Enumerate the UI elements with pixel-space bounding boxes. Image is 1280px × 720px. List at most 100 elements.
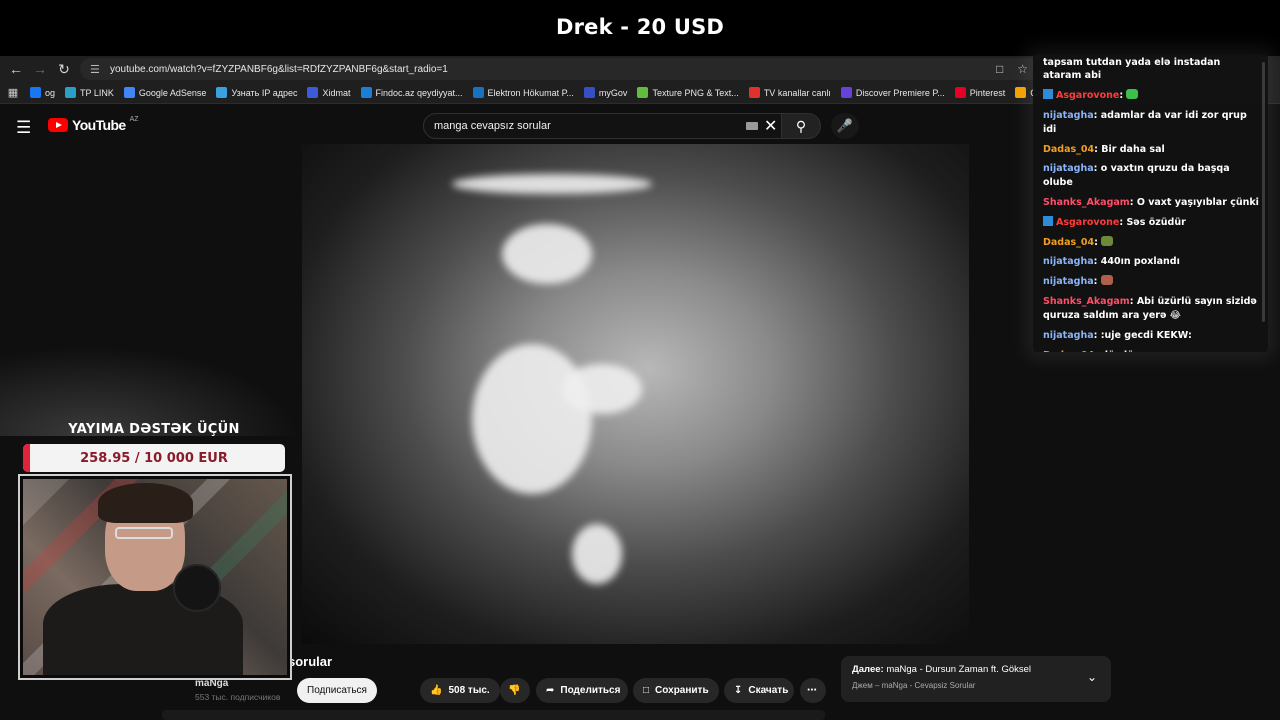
back-icon[interactable]: ←	[4, 56, 28, 82]
save-label: Сохранить	[655, 685, 709, 696]
chat-message: Dadas_04: Bir daha sal	[1043, 143, 1260, 156]
share-button[interactable]: ➦ Поделиться	[536, 678, 628, 703]
chevron-down-icon[interactable]: ⌄	[1087, 670, 1097, 684]
chat-separator: :	[1129, 296, 1137, 308]
chat-username[interactable]: Dadas_04	[1043, 237, 1094, 248]
save-button[interactable]: □ Сохранить	[633, 678, 719, 703]
up-next-card[interactable]: Далее: maNga - Dursun Zaman ft. Göksel Д…	[841, 656, 1111, 702]
share-icon: ➦	[546, 685, 555, 696]
bookmark-item[interactable]: Findoc.az qeydiyyat...	[360, 87, 463, 98]
bookmark-label: TP LINK	[80, 87, 114, 98]
chat-username[interactable]: Asgarovone	[1056, 90, 1119, 101]
apps-grid-icon[interactable]: ▦	[0, 86, 26, 99]
chat-text: :uje gecdi KEKW:	[1100, 329, 1192, 341]
search-input[interactable]: manga cevapsız sorular ✕	[423, 113, 782, 139]
bookmark-item[interactable]: Google AdSense	[123, 87, 207, 98]
channel-name[interactable]: maNga	[195, 678, 280, 689]
forward-icon[interactable]: →	[28, 56, 52, 82]
chat-text: Səs özüdür	[1126, 216, 1186, 228]
url-field[interactable]: ☰ youtube.com/watch?v=fZYZPANBF6g&list=R…	[80, 58, 1040, 80]
voice-search-button[interactable]: 🎤	[831, 113, 859, 139]
chat-scrollbar[interactable]	[1262, 62, 1265, 322]
bookmark-item[interactable]: TP LINK	[65, 87, 114, 98]
clear-search-icon[interactable]: ✕	[764, 116, 777, 136]
bookmark-favicon-icon	[748, 87, 760, 98]
bookmark-label: og	[45, 87, 56, 98]
video-frame-highlight	[452, 174, 652, 194]
chat-separator: :	[1093, 256, 1101, 268]
donation-goal-bar: 258.95 / 10 000 EUR	[23, 444, 285, 472]
channel-info[interactable]: maNga 553 тыс. подписчиков	[195, 678, 280, 702]
chat-username[interactable]: Shanks_Akagam	[1043, 296, 1130, 307]
chat-username[interactable]: Asgarovone	[1056, 217, 1119, 228]
bookmark-favicon-icon	[30, 87, 41, 98]
chat-username[interactable]: Shanks_Akagam	[1043, 197, 1130, 208]
youtube-logo[interactable]: YouTube AZ	[48, 116, 139, 133]
like-count: 508 тыс.	[448, 685, 490, 696]
chat-message: Shanks_Akagam: Abi üzürlü sayın sizidə q…	[1043, 295, 1260, 322]
bookmark-label: Elektron Hökumat P...	[487, 87, 574, 98]
search-query: manga cevapsız sorular	[434, 120, 551, 132]
keyboard-icon[interactable]	[746, 122, 758, 130]
chat-username[interactable]: nijatagha	[1043, 256, 1094, 267]
bookmark-item[interactable]: Pinterest	[954, 87, 1005, 98]
install-app-icon[interactable]: □	[996, 62, 1003, 76]
bookmark-item[interactable]: myGov	[583, 87, 628, 98]
streamer-glasses	[115, 527, 173, 539]
chat-username[interactable]: nijatagha	[1043, 276, 1094, 287]
site-info-icon[interactable]: ☰	[90, 63, 102, 76]
thumbs-down-icon: 👎	[508, 685, 521, 696]
bookmark-item[interactable]: Xidmat	[307, 87, 351, 98]
description-box[interactable]	[162, 710, 825, 720]
share-label: Поделиться	[560, 685, 621, 696]
download-button[interactable]: ↧ Скачать	[724, 678, 794, 703]
chat-separator: :	[1093, 329, 1101, 341]
chat-username[interactable]: Dadas_04	[1043, 350, 1094, 353]
bookmark-item[interactable]: Discover Premiere P...	[840, 87, 945, 98]
chat-username[interactable]: Dadas_04	[1043, 144, 1094, 155]
chat-message: Shanks_Akagam: O vaxt yaşıyıblar çünki	[1043, 196, 1260, 209]
bookmark-favicon-icon	[472, 87, 484, 98]
youtube-play-icon	[48, 118, 68, 132]
chat-username[interactable]: nijatagha	[1043, 330, 1094, 341]
bookmark-favicon-icon	[307, 87, 319, 98]
download-label: Скачать	[748, 685, 789, 696]
bookmark-label: Google AdSense	[138, 87, 207, 98]
video-frame-highlight	[472, 344, 592, 494]
bookmark-item[interactable]: og	[30, 87, 55, 98]
chat-message: tapsam tutdan yada elə instadan ataram a…	[1043, 56, 1260, 83]
chat-text: Bir daha sal	[1101, 143, 1165, 155]
bookmark-item[interactable]: Узнать IP адрес	[216, 87, 297, 98]
bookmark-label: Discover Premiere P...	[855, 87, 945, 98]
bookmark-item[interactable]: TV kanallar canlı	[748, 87, 831, 98]
bookmark-icon: □	[643, 685, 650, 696]
chat-message: nijatagha: adamlar da var idi zor qrup i…	[1043, 109, 1260, 136]
chat-separator: :	[1129, 196, 1137, 208]
search-button[interactable]: ⚲	[781, 113, 821, 139]
chat-separator: :	[1119, 90, 1127, 102]
chat-username[interactable]: nijatagha	[1043, 163, 1094, 174]
youtube-wordmark: YouTube	[72, 117, 126, 133]
video-player[interactable]	[302, 144, 969, 644]
url-text: youtube.com/watch?v=fZYZPANBF6g&list=RDf…	[110, 63, 448, 75]
bookmark-favicon-icon	[123, 87, 135, 98]
more-actions-button[interactable]: ⋯	[800, 678, 826, 703]
bookmark-star-icon[interactable]: ☆	[1017, 62, 1028, 76]
donation-goal-title: YAYIMA DƏSTƏK ÜÇÜN	[68, 422, 240, 437]
subscribe-button[interactable]: Подписаться	[297, 678, 377, 703]
chat-message: nijatagha: :uje gecdi KEKW:	[1043, 329, 1260, 342]
reload-icon[interactable]: ↻	[52, 56, 76, 82]
bookmark-item[interactable]: Elektron Hökumat P...	[472, 87, 574, 98]
bookmark-favicon-icon	[216, 87, 228, 98]
menu-icon[interactable]: ☰	[16, 118, 31, 138]
dislike-button[interactable]: 👎	[500, 678, 530, 703]
chat-username[interactable]: nijatagha	[1043, 110, 1094, 121]
bookmark-label: myGov	[598, 87, 628, 98]
streamer-hair	[98, 483, 193, 523]
bookmark-item[interactable]: Texture PNG & Text...	[637, 87, 739, 98]
video-title: sorular	[288, 654, 333, 669]
like-button[interactable]: 👍 508 тыс.	[420, 678, 500, 703]
chat-text: düzdü	[1101, 350, 1134, 353]
chat-text: 440ın poxlandı	[1100, 256, 1180, 268]
prime-badge-icon	[1043, 215, 1053, 226]
